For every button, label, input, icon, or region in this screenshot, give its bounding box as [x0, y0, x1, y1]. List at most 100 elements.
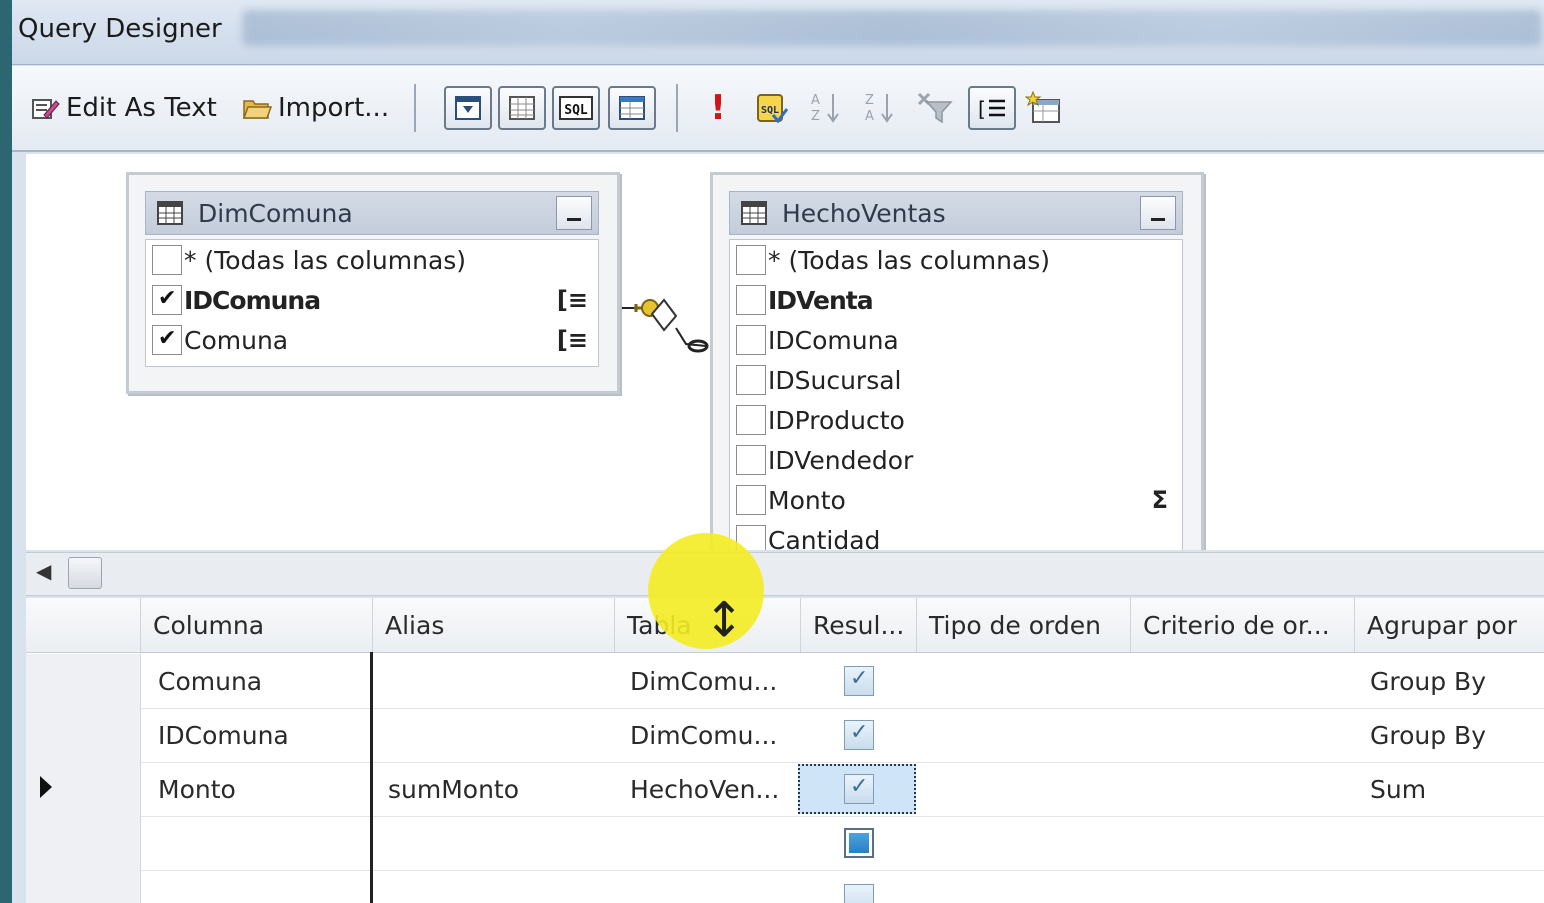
table-card-header[interactable]: HechoVentas [729, 191, 1183, 235]
criteria-grid: Columna Alias Tabla Resul... Tipo de ord… [26, 598, 1544, 903]
column-row[interactable]: IDComuna [730, 320, 1182, 360]
column-row[interactable]: * (Todas las columnas) [730, 240, 1182, 280]
column-header-alias[interactable]: Alias [372, 598, 614, 652]
row-header[interactable] [26, 816, 141, 870]
table-row[interactable]: Monto sumMonto HechoVen... Sum [26, 762, 1544, 817]
column-checkbox[interactable] [736, 245, 766, 275]
column-list: * (Todas las columnas) IDVenta IDComuna … [729, 239, 1183, 550]
column-row[interactable]: * (Todas las columnas) [146, 240, 598, 280]
table-row[interactable] [26, 870, 1544, 903]
sql-icon: SQL [559, 96, 593, 120]
verify-sql-button[interactable]: SQL [750, 86, 794, 130]
column-row[interactable]: Comuna [≡ [146, 320, 598, 360]
import-button[interactable]: Import... [242, 88, 389, 128]
sum-icon: Σ [1151, 486, 1168, 514]
column-header-columna[interactable]: Columna [140, 598, 372, 652]
join-connector[interactable] [620, 288, 712, 358]
cell-alias[interactable] [372, 654, 614, 708]
column-row[interactable]: IDVendedor [730, 440, 1182, 480]
output-checkbox[interactable] [844, 720, 874, 750]
table-card-dimcomuna[interactable]: DimComuna * (Todas las columnas) IDComun… [126, 172, 620, 394]
column-row[interactable]: Monto Σ [730, 480, 1182, 520]
column-row[interactable]: IDSucursal [730, 360, 1182, 400]
row-header[interactable] [26, 870, 141, 903]
horizontal-scrollbar[interactable]: ◀ [26, 552, 1544, 596]
diagram-pane-toggle[interactable] [444, 86, 492, 130]
title-bar: Query Designer [12, 0, 1544, 65]
results-pane-toggle[interactable] [608, 86, 656, 130]
table-card-hechoventas[interactable]: HechoVentas * (Todas las columnas) IDVen… [710, 172, 1204, 550]
edit-as-text-button[interactable]: Edit As Text [30, 88, 217, 128]
cell-tabla[interactable]: DimComu... [614, 654, 800, 708]
sql-pane-toggle[interactable]: SQL [552, 86, 600, 130]
cell-tabla[interactable]: HechoVen... [614, 762, 800, 816]
sort-ascending-button[interactable]: A Z [804, 86, 848, 130]
table-row[interactable]: IDComuna DimComu... Group By [26, 708, 1544, 763]
exclamation-icon: ! [710, 88, 726, 128]
scrollbar-thumb[interactable] [68, 557, 102, 589]
column-checkbox[interactable] [152, 285, 182, 315]
cell-agrupar[interactable]: Sum [1354, 762, 1544, 816]
output-checkbox[interactable] [844, 828, 874, 858]
table-row[interactable]: Comuna DimComu... Group By [26, 654, 1544, 709]
column-checkbox[interactable] [736, 365, 766, 395]
row-header[interactable] [26, 654, 141, 708]
svg-text:[: [ [978, 97, 986, 121]
output-checkbox[interactable] [844, 884, 874, 903]
scroll-left-icon[interactable]: ◀ [36, 559, 51, 583]
cell-criterio-orden[interactable] [1130, 654, 1354, 708]
cell-alias[interactable] [372, 708, 614, 762]
table-icon [741, 201, 767, 225]
grid-pane-toggle[interactable] [498, 86, 546, 130]
minimize-button[interactable] [556, 196, 592, 230]
row-header[interactable] [26, 762, 141, 816]
column-row[interactable]: IDComuna [≡ [146, 280, 598, 320]
output-checkbox[interactable] [844, 666, 874, 696]
column-row[interactable]: IDProducto [730, 400, 1182, 440]
table-name: HechoVentas [782, 198, 946, 228]
cell-tipo-orden[interactable] [916, 708, 1130, 762]
group-by-toggle[interactable]: [ [968, 86, 1016, 130]
blurred-menu-bar [242, 10, 1542, 46]
cell-tipo-orden[interactable] [916, 654, 1130, 708]
cell-columna[interactable] [142, 816, 372, 870]
cell-tabla[interactable]: DimComu... [614, 708, 800, 762]
column-header-criterio-orden[interactable]: Criterio de or... [1130, 598, 1354, 652]
column-header-agrupar[interactable]: Agrupar por [1354, 598, 1544, 652]
svg-text:Z: Z [865, 93, 874, 108]
column-checkbox[interactable] [736, 445, 766, 475]
svg-text:SQL: SQL [564, 103, 588, 118]
cell-alias[interactable]: sumMonto [372, 762, 614, 816]
column-checkbox[interactable] [736, 405, 766, 435]
column-header-tipo-orden[interactable]: Tipo de orden [916, 598, 1130, 652]
cell-columna[interactable]: Comuna [142, 654, 372, 708]
output-checkbox[interactable] [844, 774, 874, 804]
column-checkbox[interactable] [736, 485, 766, 515]
cell-agrupar[interactable]: Group By [1354, 708, 1544, 762]
table-row[interactable] [26, 816, 1544, 871]
column-row[interactable]: IDVenta [730, 280, 1182, 320]
sort-descending-button[interactable]: Z A [858, 86, 902, 130]
remove-filter-button[interactable] [912, 86, 956, 130]
column-checkbox[interactable] [152, 245, 182, 275]
column-checkbox[interactable] [736, 285, 766, 315]
diagram-pane-icon [455, 96, 481, 120]
cell-columna[interactable]: IDComuna [142, 708, 372, 762]
add-table-button[interactable] [1022, 86, 1066, 130]
cell-agrupar[interactable]: Group By [1354, 654, 1544, 708]
column-header-resultado[interactable]: Resul... [800, 598, 916, 652]
table-card-header[interactable]: DimComuna [145, 191, 599, 235]
cell-criterio-orden[interactable] [1130, 708, 1354, 762]
row-header[interactable] [26, 708, 141, 762]
cell-tipo-orden[interactable] [916, 762, 1130, 816]
cell-criterio-orden[interactable] [1130, 762, 1354, 816]
edit-as-text-label: Edit As Text [66, 93, 217, 123]
column-checkbox[interactable] [152, 325, 182, 355]
run-query-button[interactable]: ! [696, 86, 740, 130]
column-row[interactable]: Cantidad [730, 520, 1182, 550]
column-checkbox[interactable] [736, 325, 766, 355]
minimize-button[interactable] [1140, 196, 1176, 230]
cell-columna[interactable]: Monto [142, 762, 372, 816]
group-by-icon: [ [978, 97, 1005, 121]
resize-cursor-icon: ↕ [704, 592, 745, 648]
